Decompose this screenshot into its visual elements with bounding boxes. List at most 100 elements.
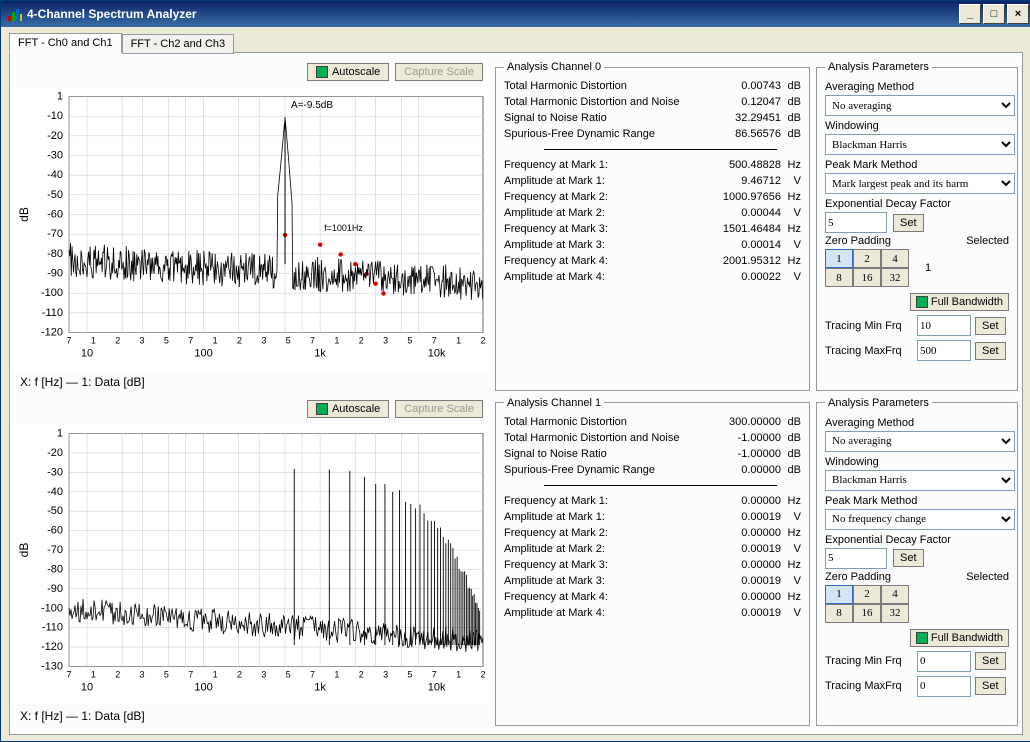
svg-text:-130: -130: [41, 661, 63, 673]
minimize-button[interactable]: _: [959, 4, 981, 24]
svg-text:1: 1: [91, 336, 96, 346]
svg-text:-120: -120: [41, 641, 63, 653]
full-bandwidth-button[interactable]: Full Bandwidth: [910, 293, 1009, 311]
autoscale-button-ch0[interactable]: Autoscale: [307, 63, 389, 81]
param-label: Exponential Decay Factor: [825, 534, 1009, 546]
mark-value: 9.46712: [711, 175, 781, 187]
mark-unit: Hz: [781, 591, 801, 603]
zero-padding-option[interactable]: 2: [853, 249, 881, 268]
svg-text:5: 5: [164, 336, 169, 346]
averaging-method-select[interactable]: No averaging: [825, 95, 1015, 116]
decay-set-button[interactable]: Set: [893, 214, 924, 232]
svg-text:1: 1: [213, 670, 218, 680]
metric-value: 0.12047: [711, 96, 781, 108]
spectrum-chart-ch0[interactable]: 1-10-20-30-40-50-60-70-80-90-100-110-120…: [14, 87, 489, 370]
zero-padding-option[interactable]: 8: [825, 604, 853, 623]
tracing-max-set-button[interactable]: Set: [975, 342, 1006, 360]
zero-padding-option[interactable]: 4: [881, 585, 909, 604]
capture-scale-button-ch1[interactable]: Capture Scale: [395, 400, 483, 418]
zero-padding-option[interactable]: 32: [881, 268, 909, 287]
svg-text:1: 1: [334, 670, 339, 680]
svg-text:-90: -90: [47, 268, 63, 280]
mark-label: Frequency at Mark 3:: [504, 223, 711, 235]
tab-fft-ch2-ch3[interactable]: FFT - Ch2 and Ch3: [122, 34, 235, 54]
svg-text:7: 7: [310, 336, 315, 346]
metric-label: Signal to Noise Ratio: [504, 448, 711, 460]
spectrum-chart-ch1[interactable]: 1-20-30-40-50-60-70-80-90-100-110-120-13…: [14, 424, 489, 704]
peak-mark-method-select[interactable]: Mark largest peak and its harm: [825, 173, 1015, 194]
mark-unit: Hz: [781, 223, 801, 235]
peak-mark-method-select[interactable]: No frequency change: [825, 509, 1015, 530]
decay-factor-input[interactable]: [825, 212, 887, 233]
title-bar[interactable]: 4-Channel Spectrum Analyzer _ □ ×: [1, 1, 1030, 27]
zero-padding-option[interactable]: 2: [853, 585, 881, 604]
svg-text:-20: -20: [47, 130, 63, 142]
svg-text:7: 7: [310, 670, 315, 680]
zero-padding-option[interactable]: 32: [881, 604, 909, 623]
mark-label: Amplitude at Mark 3:: [504, 575, 711, 587]
svg-text:2: 2: [237, 336, 242, 346]
zero-padding-option[interactable]: 4: [881, 249, 909, 268]
metric-unit: dB: [781, 96, 801, 108]
mark-unit: V: [781, 207, 801, 219]
tracing-min-input[interactable]: [917, 651, 971, 672]
metric-value: 300.00000: [711, 416, 781, 428]
param-label: Exponential Decay Factor: [825, 198, 1009, 210]
metric-label: Total Harmonic Distortion: [504, 416, 711, 428]
mark-value: 0.00019: [711, 607, 781, 619]
zero-padding-option[interactable]: 1: [825, 249, 853, 268]
autoscale-button-ch1[interactable]: Autoscale: [307, 400, 389, 418]
mark-value: 0.00014: [711, 239, 781, 251]
zero-padding-option[interactable]: 16: [853, 604, 881, 623]
svg-text:-50: -50: [47, 505, 63, 517]
tracing-min-set-button[interactable]: Set: [975, 652, 1006, 670]
tab-fft-ch0-ch1[interactable]: FFT - Ch0 and Ch1: [9, 33, 122, 53]
mark-value: 1501.46484: [711, 223, 781, 235]
zero-padding-label: Zero Padding: [825, 571, 891, 583]
svg-text:2: 2: [359, 336, 364, 346]
decay-set-button[interactable]: Set: [893, 549, 924, 567]
tracing-min-set-button[interactable]: Set: [975, 317, 1006, 335]
zero-padding-option[interactable]: 16: [853, 268, 881, 287]
svg-text:1: 1: [213, 336, 218, 346]
svg-text:2: 2: [359, 670, 364, 680]
svg-text:1: 1: [334, 336, 339, 346]
mark-unit: Hz: [781, 191, 801, 203]
decay-factor-input[interactable]: [825, 548, 887, 569]
svg-text:-110: -110: [42, 307, 63, 319]
full-bandwidth-button[interactable]: Full Bandwidth: [910, 629, 1009, 647]
selected-value: 1: [925, 262, 931, 274]
mark-label: Amplitude at Mark 2:: [504, 207, 711, 219]
zero-padding-grid: 124 81632: [825, 249, 909, 287]
tracing-max-input[interactable]: [917, 340, 971, 361]
tracing-max-input[interactable]: [917, 676, 971, 697]
tracing-max-set-button[interactable]: Set: [975, 677, 1006, 695]
param-label: Windowing: [825, 456, 1009, 468]
svg-text:1: 1: [57, 91, 63, 103]
averaging-method-select[interactable]: No averaging: [825, 431, 1015, 452]
mark-value: 0.00000: [711, 527, 781, 539]
analysis-channel-0: Analysis Channel 0 Total Harmonic Distor…: [495, 61, 810, 391]
windowing-select[interactable]: Blackman Harris: [825, 134, 1015, 155]
svg-text:1: 1: [456, 670, 461, 680]
metric-value: -1.00000: [711, 448, 781, 460]
svg-text:-50: -50: [47, 189, 63, 201]
svg-text:5: 5: [407, 336, 412, 346]
tracing-min-input[interactable]: [917, 315, 971, 336]
maximize-button[interactable]: □: [983, 4, 1005, 24]
capture-scale-button-ch0[interactable]: Capture Scale: [395, 63, 483, 81]
mark-label: Frequency at Mark 4:: [504, 255, 711, 267]
svg-text:-70: -70: [47, 228, 63, 240]
mark-label: Frequency at Mark 3:: [504, 559, 711, 571]
analysis-parameters-1: Analysis Parameters Averaging MethodNo a…: [816, 397, 1018, 727]
svg-text:-80: -80: [47, 248, 63, 260]
svg-text:7: 7: [66, 670, 71, 680]
mark-value: 0.00000: [711, 591, 781, 603]
svg-text:3: 3: [383, 336, 388, 346]
zero-padding-option[interactable]: 1: [825, 585, 853, 604]
close-button[interactable]: ×: [1007, 4, 1029, 24]
svg-text:10k: 10k: [428, 348, 446, 360]
windowing-select[interactable]: Blackman Harris: [825, 470, 1015, 491]
zero-padding-option[interactable]: 8: [825, 268, 853, 287]
mark-value: 0.00019: [711, 543, 781, 555]
